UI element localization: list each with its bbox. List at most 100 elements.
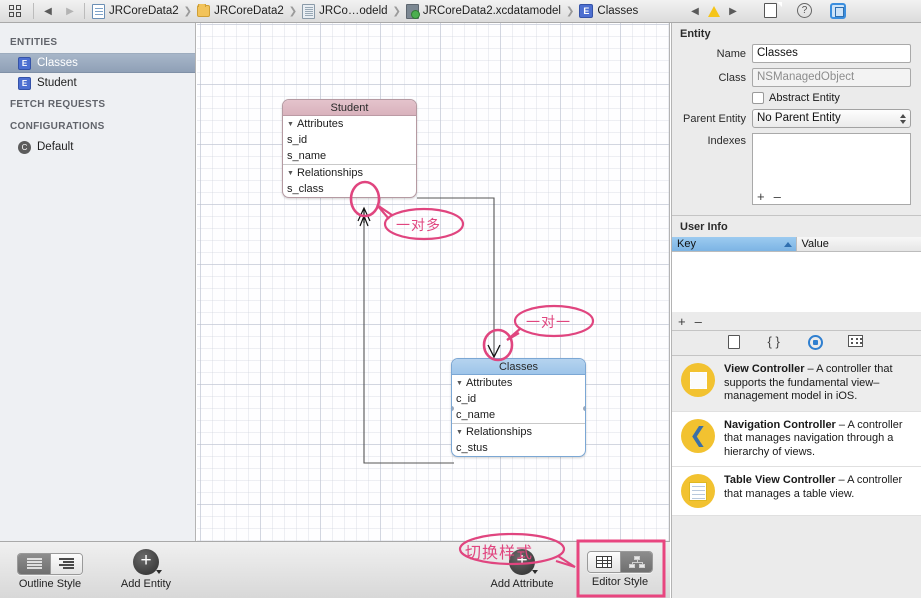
indexes-listbox[interactable]: + – [752,133,911,205]
breadcrumb-toolbar: ◀ ▶ JRCoreData2 ❯ JRCoreData2 ❯ JRCo…ode… [0,0,921,23]
entity-relationship-row[interactable]: c_stus [452,440,585,456]
entity-group-label: Relationships [296,167,363,179]
entity-attribute-row[interactable]: c_id [452,391,585,407]
entity-class-row: Class NSManagedObject [672,68,921,87]
entity-class-field[interactable]: NSManagedObject [752,68,911,87]
entity-name-row: Name Classes [672,44,921,63]
entity-name-field[interactable]: Classes [752,44,911,63]
abstract-entity-checkbox[interactable] [752,92,764,104]
outline-style-segmented[interactable] [17,552,83,575]
entity-box-student[interactable]: Student ▼ Attributes s_id s_name ▼ Relat… [282,99,417,198]
nav-back-button[interactable]: ◀ [37,0,59,23]
chevron-right-icon: ❯ [183,5,193,17]
nav-forward-button[interactable]: ▶ [59,0,81,23]
list-item[interactable]: ❮ Navigation Controller – A controller t… [672,412,921,467]
editor-style-control[interactable]: Editor Style [582,551,658,588]
remove-index-button[interactable]: – [774,190,781,203]
annotation-one-to-one: 一对一 [526,315,571,331]
model-graph-canvas[interactable]: Student ▼ Attributes s_id s_name ▼ Relat… [197,23,670,541]
breadcrumb-item-modelgroup[interactable]: JRCo…odeld [302,3,388,19]
entity-attribute-row[interactable]: s_name [283,148,416,164]
entity-group-attributes[interactable]: ▼ Attributes [283,116,416,132]
media-library-icon[interactable] [847,335,866,351]
parent-entity-row: Parent Entity No Parent Entity [672,109,921,128]
parent-entity-select[interactable]: No Parent Entity [752,109,911,128]
abstract-entity-row: Abstract Entity [672,92,921,104]
entity-group-attributes[interactable]: ▼ Attributes [452,375,585,391]
user-info-column-key[interactable]: Key [672,237,797,251]
relationship-lines [357,197,501,464]
disclosure-triangle-icon[interactable]: ▼ [287,121,294,128]
indexes-label: Indexes [707,135,746,147]
indexes-listbox-buttons: + – [757,190,781,203]
resize-handle[interactable] [583,406,585,411]
code-snippet-library-icon[interactable]: { } [768,335,786,351]
file-inspector-icon[interactable] [764,2,781,20]
remove-user-info-button[interactable]: – [695,314,702,329]
entity-icon: E [18,56,31,70]
sidebar-section-entities: ENTITIES [10,37,58,48]
annotation-switch-style: 切换样式 [465,543,534,562]
library-tab-bar: { } [672,331,921,355]
entity-attribute-row[interactable]: s_id [283,132,416,148]
indexes-row: Indexes + – [672,133,921,205]
navigation-controller-icon: ❮ [681,418,715,453]
add-entity-control[interactable]: + Add Entity [106,549,186,590]
user-info-table-body[interactable] [672,252,921,312]
library-item-text: Navigation Controller – A controller tha… [724,419,913,460]
entity-box-classes[interactable]: Classes ▼ Attributes c_id c_name ▼ Relat… [451,358,586,457]
breadcrumb: JRCoreData2 ❯ JRCoreData2 ❯ JRCo…odeld ❯… [88,3,684,19]
editor-style-segmented[interactable] [587,551,653,573]
disclosure-triangle-icon[interactable]: ▼ [287,170,294,177]
issue-navigation-controls: ◀ ▶ [684,0,750,23]
next-issue-button[interactable]: ▶ [722,0,744,23]
entity-relationship-row[interactable]: s_class [283,181,416,197]
file-template-library-icon[interactable] [727,335,746,351]
disclosure-triangle-icon[interactable]: ▼ [456,429,463,436]
add-user-info-button[interactable]: + [678,314,686,329]
sidebar-item-default[interactable]: C Default [0,137,195,157]
entity-attribute-row[interactable]: c_name [452,407,585,423]
jump-bar-icon[interactable] [0,0,30,23]
library-item-dash: – [838,418,846,431]
utilities-inspector-panel: Entity Name Classes Class NSManagedObjec… [671,23,921,598]
previous-issue-button[interactable]: ◀ [684,0,706,23]
breadcrumb-label: JRCoreData2 [109,5,179,17]
annotation-one-to-many: 一对多 [396,218,441,234]
xcode-window: ◀ ▶ JRCoreData2 ❯ JRCoreData2 ❯ JRCo…ode… [0,0,921,598]
warning-triangle-icon[interactable] [708,5,720,17]
entity-group-relationships[interactable]: ▼ Relationships [283,165,416,181]
hierarchical-list-icon[interactable] [50,553,82,574]
outline-style-label: Outline Style [18,577,82,590]
breadcrumb-item-folder[interactable]: JRCoreData2 [197,3,284,17]
table-style-icon[interactable] [588,552,620,572]
list-item[interactable]: Table View Controller – A controller tha… [672,467,921,516]
library-item-text: Table View Controller – A controller tha… [724,474,913,501]
disclosure-triangle-icon[interactable]: ▼ [456,380,463,387]
breadcrumb-item-project[interactable]: JRCoreData2 [92,3,179,19]
quick-help-inspector-icon[interactable]: ? [797,2,814,20]
add-index-button[interactable]: + [757,190,765,203]
object-library-list[interactable]: View Controller – A controller that supp… [672,355,921,516]
parent-entity-label: Parent Entity [683,112,746,125]
sidebar-item-student[interactable]: E Student [0,73,195,93]
entity-inspector-icon[interactable] [830,2,847,20]
outline-style-control[interactable]: Outline Style [8,551,92,590]
flat-list-icon[interactable] [18,553,50,574]
breadcrumb-item-model[interactable]: JRCoreData2.xcdatamodel [405,3,561,19]
list-item[interactable]: View Controller – A controller that supp… [672,356,921,412]
table-view-controller-icon [681,474,715,508]
object-library-icon[interactable] [807,335,826,351]
breadcrumb-label: JRCoreData2 [214,5,284,17]
plus-circle-icon[interactable]: + [133,549,162,575]
divider [33,3,34,19]
entity-group-relationships[interactable]: ▼ Relationships [452,424,585,440]
sidebar-item-label: Classes [37,57,78,69]
sidebar-item-classes[interactable]: E Classes [0,53,195,73]
abstract-entity-control[interactable]: Abstract Entity [752,92,840,104]
breadcrumb-item-entity[interactable]: E Classes [579,4,638,18]
user-info-column-value[interactable]: Value [797,237,921,251]
graph-style-icon[interactable] [620,552,652,572]
library-item-title: Navigation Controller [724,418,836,431]
entity-group-label: Attributes [465,377,513,389]
